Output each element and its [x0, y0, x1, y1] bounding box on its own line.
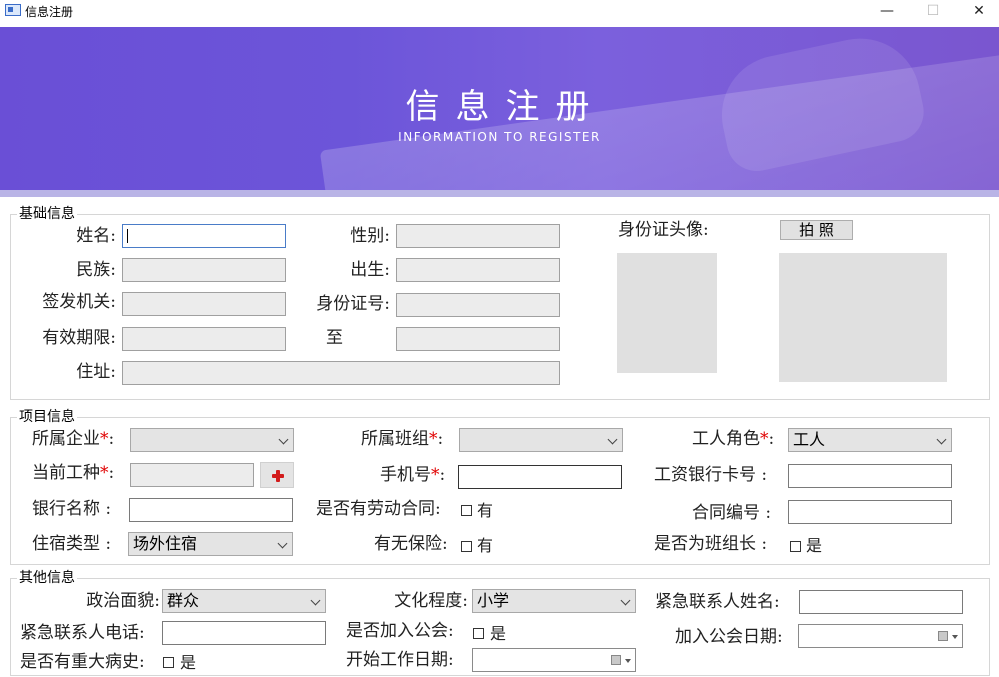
illness-checkbox[interactable]	[163, 657, 174, 668]
union-option: 是	[490, 624, 507, 643]
id-number-label: 身份证号:	[316, 294, 390, 314]
union-date-picker[interactable]	[798, 624, 963, 648]
start-date-picker[interactable]	[472, 648, 636, 672]
enterprise-select[interactable]	[130, 428, 294, 452]
captured-photo	[779, 253, 947, 382]
chevron-down-icon	[277, 538, 288, 549]
insurance-option: 有	[477, 536, 494, 555]
address-label: 住址:	[76, 362, 116, 382]
bank-card-input[interactable]	[788, 464, 952, 488]
enterprise-label: 所属企业*:	[32, 429, 115, 449]
validity-end-input[interactable]	[396, 327, 560, 351]
trade-label: 当前工种*:	[32, 463, 115, 483]
chevron-down-icon	[278, 434, 289, 445]
ethnicity-label: 民族:	[76, 260, 116, 280]
header-banner: 信息注册 INFORMATION TO REGISTER	[0, 27, 999, 197]
trade-input[interactable]	[130, 463, 254, 487]
contract-no-input[interactable]	[788, 500, 952, 524]
union-checkbox[interactable]	[473, 628, 484, 639]
issuer-label: 签发机关:	[42, 292, 116, 312]
id-number-input[interactable]	[396, 293, 560, 317]
plus-icon	[272, 470, 284, 482]
role-label: 工人角色*:	[692, 429, 775, 449]
insurance-label: 有无保险:	[374, 534, 448, 554]
issuer-input[interactable]	[122, 292, 286, 316]
education-label: 文化程度:	[394, 591, 468, 611]
emergency-name-label: 紧急联系人姓名:	[655, 592, 780, 612]
calendar-icon	[611, 655, 621, 665]
union-label: 是否加入公会:	[346, 621, 454, 641]
phone-label: 手机号*:	[380, 465, 446, 485]
other-info-legend: 其他信息	[17, 569, 77, 587]
illness-option: 是	[180, 653, 197, 672]
gender-label: 性别:	[350, 226, 390, 246]
dropdown-arrow-icon	[952, 635, 958, 639]
name-input[interactable]	[122, 224, 286, 248]
chevron-down-icon	[620, 595, 631, 606]
birth-input[interactable]	[396, 258, 560, 282]
illness-label: 是否有重大病史:	[20, 652, 145, 672]
minimize-button[interactable]: —	[864, 0, 910, 24]
team-select[interactable]	[459, 428, 623, 452]
validity-to-label: 至	[326, 328, 343, 348]
gender-input[interactable]	[396, 224, 560, 248]
phone-input[interactable]	[458, 465, 622, 489]
validity-start-input[interactable]	[122, 327, 286, 351]
labor-contract-option: 有	[477, 501, 494, 520]
validity-label: 有效期限:	[42, 328, 116, 348]
lodging-select-value: 场外住宿	[133, 534, 198, 553]
ethnicity-input[interactable]	[122, 258, 286, 282]
bank-card-label: 工资银行卡号 :	[654, 465, 768, 485]
political-label: 政治面貌:	[86, 591, 160, 611]
capture-photo-button[interactable]: 拍 照	[780, 220, 853, 240]
bank-name-label: 银行名称 :	[32, 499, 112, 519]
team-leader-option: 是	[806, 536, 823, 555]
start-date-label: 开始工作日期:	[346, 650, 454, 670]
team-label: 所属班组*:	[361, 429, 444, 449]
calendar-icon	[938, 631, 948, 641]
emergency-phone-input[interactable]	[162, 621, 326, 645]
name-label: 姓名:	[76, 226, 116, 246]
education-select[interactable]: 小学	[472, 589, 636, 613]
political-select[interactable]: 群众	[162, 589, 326, 613]
app-icon	[5, 4, 21, 16]
birth-label: 出生:	[350, 260, 390, 280]
id-card-photo	[617, 253, 717, 373]
team-leader-checkbox[interactable]	[790, 541, 801, 552]
dropdown-arrow-icon	[625, 659, 631, 663]
team-leader-label: 是否为班组长 :	[654, 534, 768, 554]
chevron-down-icon	[310, 595, 321, 606]
emergency-phone-label: 紧急联系人电话:	[20, 623, 145, 643]
labor-contract-label: 是否有劳动合同:	[316, 499, 441, 519]
labor-contract-checkbox[interactable]	[461, 505, 472, 516]
id-photo-label: 身份证头像:	[618, 220, 709, 240]
add-trade-button[interactable]	[260, 462, 294, 488]
window-title: 信息注册	[25, 5, 74, 19]
banner-bottom-band	[0, 190, 999, 197]
education-select-value: 小学	[477, 591, 510, 610]
insurance-checkbox[interactable]	[461, 541, 472, 552]
chevron-down-icon	[936, 434, 947, 445]
maximize-button[interactable]: ☐	[910, 0, 956, 24]
contract-no-label: 合同编号 :	[692, 503, 772, 523]
lodging-select[interactable]: 场外住宿	[128, 532, 293, 556]
basic-info-legend: 基础信息	[17, 205, 77, 223]
window-titlebar: 信息注册 — ☐ ✕	[0, 0, 999, 26]
political-select-value: 群众	[167, 591, 200, 610]
banner-subtitle: INFORMATION TO REGISTER	[398, 130, 601, 144]
union-date-label: 加入公会日期:	[675, 627, 783, 647]
banner-title: 信息注册	[405, 87, 606, 127]
project-info-legend: 项目信息	[17, 408, 77, 426]
emergency-name-input[interactable]	[799, 590, 963, 614]
close-button[interactable]: ✕	[956, 0, 999, 24]
bank-name-input[interactable]	[129, 498, 293, 522]
address-input[interactable]	[122, 361, 560, 385]
lodging-label: 住宿类型 :	[32, 534, 112, 554]
chevron-down-icon	[607, 434, 618, 445]
role-select-value: 工人	[793, 430, 826, 449]
role-select[interactable]: 工人	[788, 428, 952, 452]
